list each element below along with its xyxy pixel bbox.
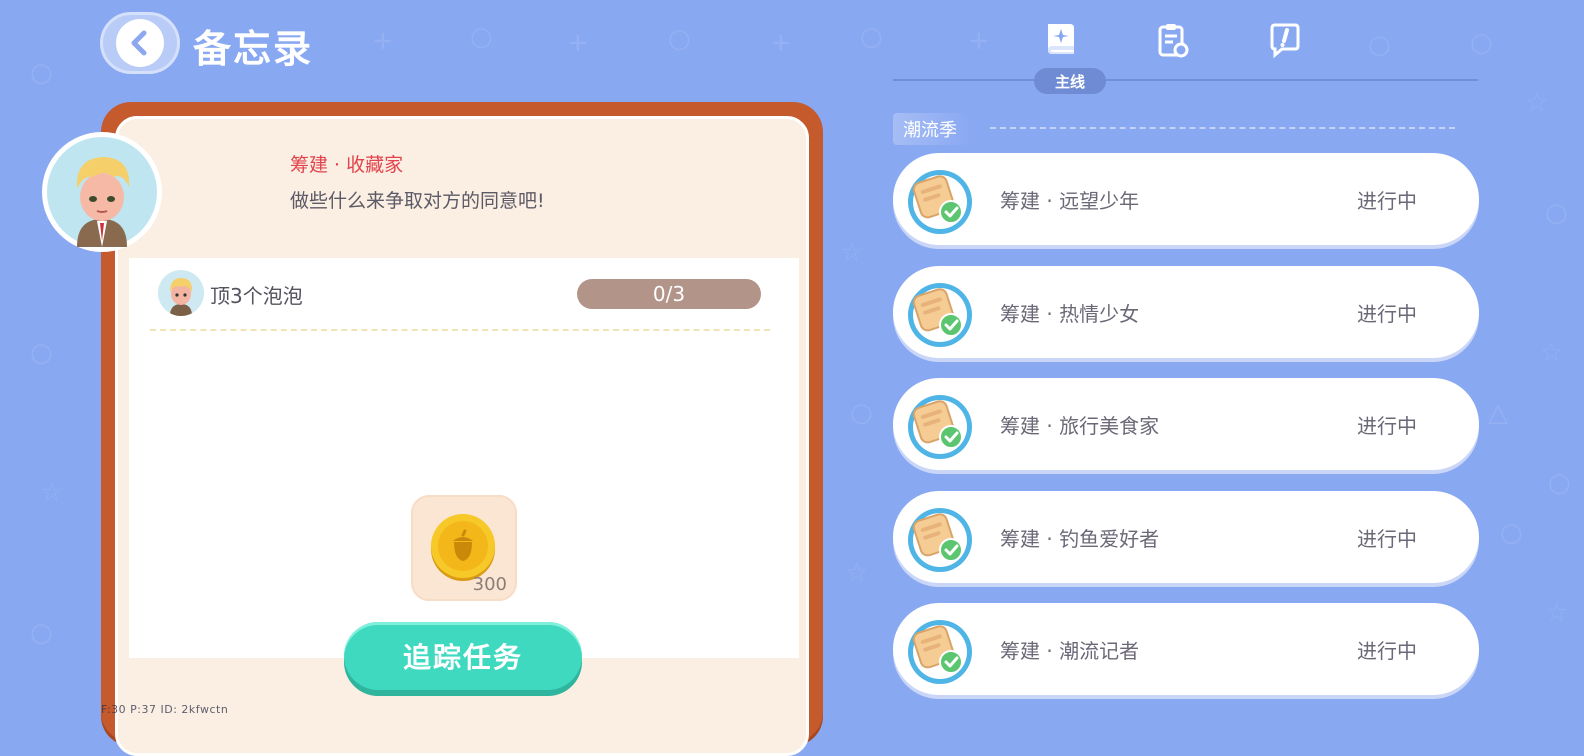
tab-divider <box>893 79 1478 81</box>
tab-daily-tasks[interactable] <box>1149 18 1193 62</box>
task-avatar <box>158 270 204 316</box>
quest-status: 进行中 <box>1357 189 1417 213</box>
quest-list-item[interactable]: 筹建 · 远望少年 进行中 <box>893 153 1479 245</box>
quest-name: 筹建 · 钓鱼爱好者 <box>1000 527 1160 551</box>
task-progress-bar: 0/3 <box>577 279 761 309</box>
tab-main-quest[interactable] <box>1038 18 1082 62</box>
quest-name: 筹建 · 远望少年 <box>1000 189 1140 213</box>
quest-status: 进行中 <box>1357 639 1417 663</box>
collector-npc-portrait <box>47 137 157 247</box>
clipboard-refresh-icon <box>1158 24 1189 58</box>
quest-status: 进行中 <box>1357 527 1417 551</box>
chat-exclamation-icon <box>1270 23 1300 59</box>
acorn-coin-icon <box>431 514 495 581</box>
chevron-left-icon <box>116 19 164 67</box>
quest-list-item[interactable]: 筹建 · 旅行美食家 进行中 <box>893 378 1479 470</box>
quest-note-icon <box>906 506 974 574</box>
npc-name: 筹建 · 收藏家 <box>290 154 404 176</box>
back-button[interactable] <box>100 12 180 74</box>
quest-list-item[interactable]: 筹建 · 潮流记者 进行中 <box>893 603 1479 695</box>
active-tab-label: 主线 <box>1034 68 1106 94</box>
reward-item[interactable]: 300 <box>411 495 517 601</box>
quest-list-item[interactable]: 筹建 · 热情少女 进行中 <box>893 266 1479 358</box>
quest-status: 进行中 <box>1357 302 1417 326</box>
npc-description: 做些什么来争取对方的同意吧! <box>290 190 545 212</box>
task-separator <box>150 329 770 331</box>
tab-feedback[interactable] <box>1263 18 1307 62</box>
quest-status: 进行中 <box>1357 414 1417 438</box>
season-title: 潮流季 <box>893 113 971 145</box>
main-quest-book-icon <box>1048 24 1074 54</box>
season-title-separator <box>990 127 1455 129</box>
quest-note-icon <box>906 168 974 236</box>
npc-avatar <box>42 132 162 252</box>
quest-note-icon <box>906 393 974 461</box>
quest-note-icon <box>906 618 974 686</box>
task-label: 顶3个泡泡 <box>210 284 303 308</box>
quest-name: 筹建 · 热情少女 <box>1000 302 1140 326</box>
track-quest-button[interactable]: 追踪任务 <box>344 622 582 690</box>
quest-name: 筹建 · 潮流记者 <box>1000 639 1140 663</box>
quest-note-icon <box>906 281 974 349</box>
quest-list-item[interactable]: 筹建 · 钓鱼爱好者 进行中 <box>893 491 1479 583</box>
page-title: 备忘录 <box>193 27 314 71</box>
debug-overlay: F:30 P:37 ID: 2kfwctn <box>101 703 229 716</box>
progress-text: 0/3 <box>652 282 686 306</box>
quest-name: 筹建 · 旅行美食家 <box>1000 414 1160 438</box>
reward-count: 300 <box>472 574 507 595</box>
